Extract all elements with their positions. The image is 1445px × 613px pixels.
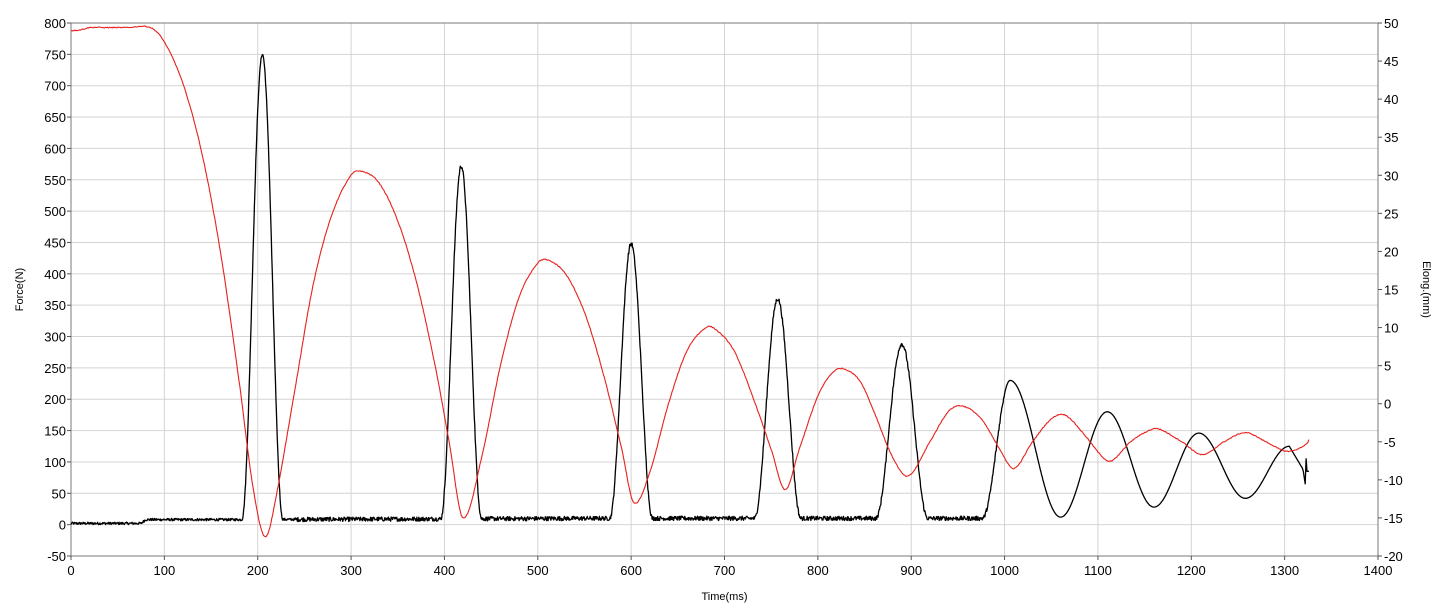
x-tick-label: 200 (247, 563, 269, 578)
y-right-tick-label: 0 (1384, 397, 1391, 412)
chart-container: 0 100 200 300 400 500 600 700 800 900 1000 1100 1200… (0, 0, 1445, 608)
y-left-tick-label: 700 (44, 79, 66, 94)
right-y-axis-title: Elong.(mm) (1420, 261, 1432, 318)
y-right-tick-label: 40 (1384, 92, 1398, 107)
y-left-tick-label: 150 (44, 424, 66, 439)
y-left-tick-label: 300 (44, 330, 66, 345)
y-left-tick-label: 50 (52, 486, 66, 501)
x-tick-label: 100 (154, 563, 176, 578)
x-tick-label: 600 (620, 563, 642, 578)
y-left-tick-label: 450 (44, 235, 66, 250)
left-y-axis-ticks: -50 0 50 100 150 200 250 300 350 400 450 500 550 600 6… (44, 16, 71, 564)
x-tick-label: 1300 (1270, 563, 1299, 578)
y-left-tick-label: 400 (44, 267, 66, 282)
x-tick-label: 1000 (990, 563, 1019, 578)
force-series-line (70, 53, 1309, 526)
y-right-tick-label: 25 (1384, 206, 1398, 221)
y-left-tick-label: 0 (59, 518, 66, 533)
y-right-tick-label: 35 (1384, 130, 1398, 145)
x-tick-label: 800 (807, 563, 829, 578)
y-left-tick-label: 650 (44, 110, 66, 125)
y-right-tick-label: -20 (1384, 549, 1403, 564)
y-left-tick-label: -50 (47, 549, 66, 564)
y-right-tick-label: 50 (1384, 16, 1398, 31)
y-right-tick-label: -5 (1384, 435, 1396, 450)
x-tick-label: 700 (714, 563, 736, 578)
right-y-axis-ticks: -20 -15 -10 -5 0 5 10 15 20 25 30 35 40 45 50 (1378, 16, 1403, 564)
y-right-tick-label: -15 (1384, 511, 1403, 526)
x-tick-label: 300 (340, 563, 362, 578)
y-left-tick-label: 350 (44, 298, 66, 313)
x-axis-title: Time(ms) (701, 591, 747, 603)
x-tick-label: 500 (527, 563, 549, 578)
y-left-tick-label: 750 (44, 47, 66, 62)
y-left-tick-label: 500 (44, 204, 66, 219)
y-right-tick-label: 45 (1384, 54, 1398, 69)
x-tick-label: 400 (434, 563, 456, 578)
y-right-tick-label: 15 (1384, 283, 1398, 298)
y-left-tick-label: 800 (44, 16, 66, 31)
x-axis-ticks: 0 100 200 300 400 500 600 700 800 900 1000 1100 1200… (67, 556, 1392, 578)
y-left-tick-label: 250 (44, 361, 66, 376)
y-left-tick-label: 200 (44, 392, 66, 407)
y-right-tick-label: -10 (1384, 473, 1403, 488)
y-right-tick-label: 30 (1384, 168, 1398, 183)
x-tick-label: 1100 (1084, 563, 1112, 578)
y-left-tick-label: 100 (44, 455, 66, 470)
x-tick-label: 0 (67, 563, 74, 578)
y-right-tick-label: 20 (1384, 244, 1398, 259)
y-right-tick-label: 10 (1384, 321, 1398, 336)
series-lines (70, 25, 1310, 538)
elongation-series-line (70, 25, 1310, 538)
x-tick-label: 1400 (1364, 563, 1393, 578)
dual-axis-line-chart: 0 100 200 300 400 500 600 700 800 900 1000 1100 1200… (14, 16, 1432, 603)
left-y-axis-title: Force(N) (14, 268, 26, 311)
x-tick-label: 1200 (1177, 563, 1206, 578)
y-right-tick-label: 5 (1384, 359, 1391, 374)
y-left-tick-label: 550 (44, 173, 66, 188)
x-tick-label: 900 (900, 563, 922, 578)
y-left-tick-label: 600 (44, 141, 66, 156)
